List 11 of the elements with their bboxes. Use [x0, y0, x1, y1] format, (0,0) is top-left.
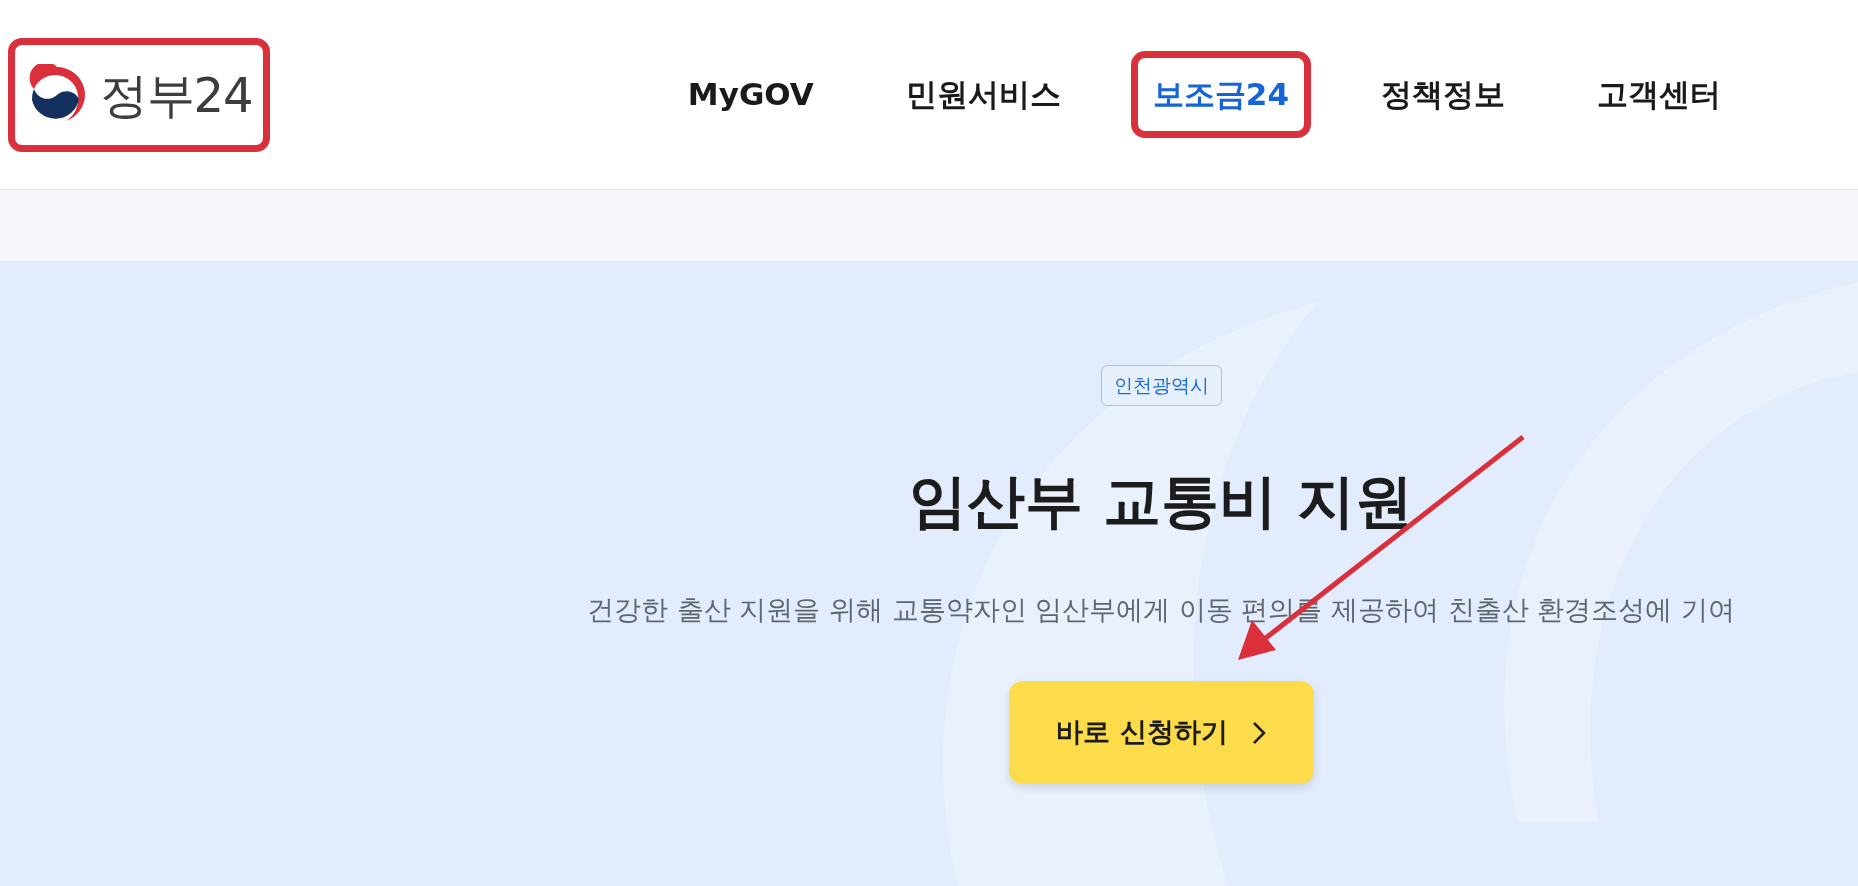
apply-button[interactable]: 바로 신청하기 — [1008, 681, 1314, 784]
nav-item[interactable]: 보조금24 — [1140, 59, 1301, 130]
site-logo[interactable]: 정부24 — [22, 39, 257, 150]
nav-item[interactable]: 민원서비스 — [893, 59, 1073, 130]
chevron-right-icon — [1251, 720, 1266, 745]
nav-item[interactable]: 정책정보 — [1369, 59, 1517, 130]
page-title: 임산부 교통비 지원 — [908, 472, 1414, 530]
nav-item[interactable]: MyGOV — [675, 59, 826, 130]
region-tag: 인천광역시 — [1100, 365, 1222, 406]
logo-text: 정부24 — [100, 70, 253, 119]
nav-item[interactable]: 고객센터 — [1585, 59, 1733, 130]
